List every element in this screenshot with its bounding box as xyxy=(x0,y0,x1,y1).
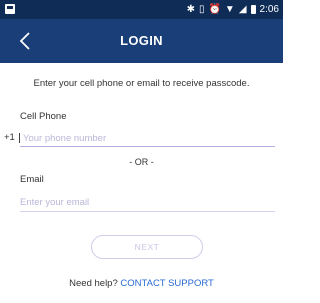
signal-icon: ◢ xyxy=(238,4,247,15)
notification-icon xyxy=(5,4,15,14)
bluetooth-icon: ✱ xyxy=(186,4,195,15)
help-text: Need help? CONTACT SUPPORT xyxy=(0,278,283,289)
phone-label: Cell Phone xyxy=(20,111,67,122)
email-input[interactable] xyxy=(20,196,275,209)
country-code: +1 xyxy=(4,132,15,143)
or-separator: - OR - xyxy=(129,157,154,167)
page-title: LOGIN xyxy=(120,33,163,48)
phone-underline xyxy=(20,146,275,147)
vibrate-icon: ▯ xyxy=(198,4,205,15)
status-time: 2:06 xyxy=(259,4,279,15)
status-bar: ✱ ▯ ⏰ ▼ ◢ 2:06 xyxy=(0,0,283,19)
alarm-icon: ⏰ xyxy=(208,4,221,15)
phone-input[interactable] xyxy=(23,132,273,144)
back-chevron-icon xyxy=(19,32,30,50)
app-bar: LOGIN xyxy=(0,19,283,63)
help-prompt: Need help? xyxy=(69,278,118,289)
status-icons: ✱ ▯ ⏰ ▼ ◢ 2:06 xyxy=(187,2,279,17)
contact-support-link[interactable]: CONTACT SUPPORT xyxy=(120,278,213,289)
email-label: Email xyxy=(20,174,44,185)
wifi-icon: ▼ xyxy=(224,4,235,15)
battery-icon xyxy=(250,5,256,14)
instruction-text: Enter your cell phone or email to receiv… xyxy=(33,78,250,89)
email-underline xyxy=(20,211,275,212)
next-button[interactable]: NEXT xyxy=(91,235,203,259)
back-button[interactable] xyxy=(10,26,40,56)
phone-field: +1 xyxy=(0,130,275,146)
text-cursor xyxy=(19,133,20,143)
